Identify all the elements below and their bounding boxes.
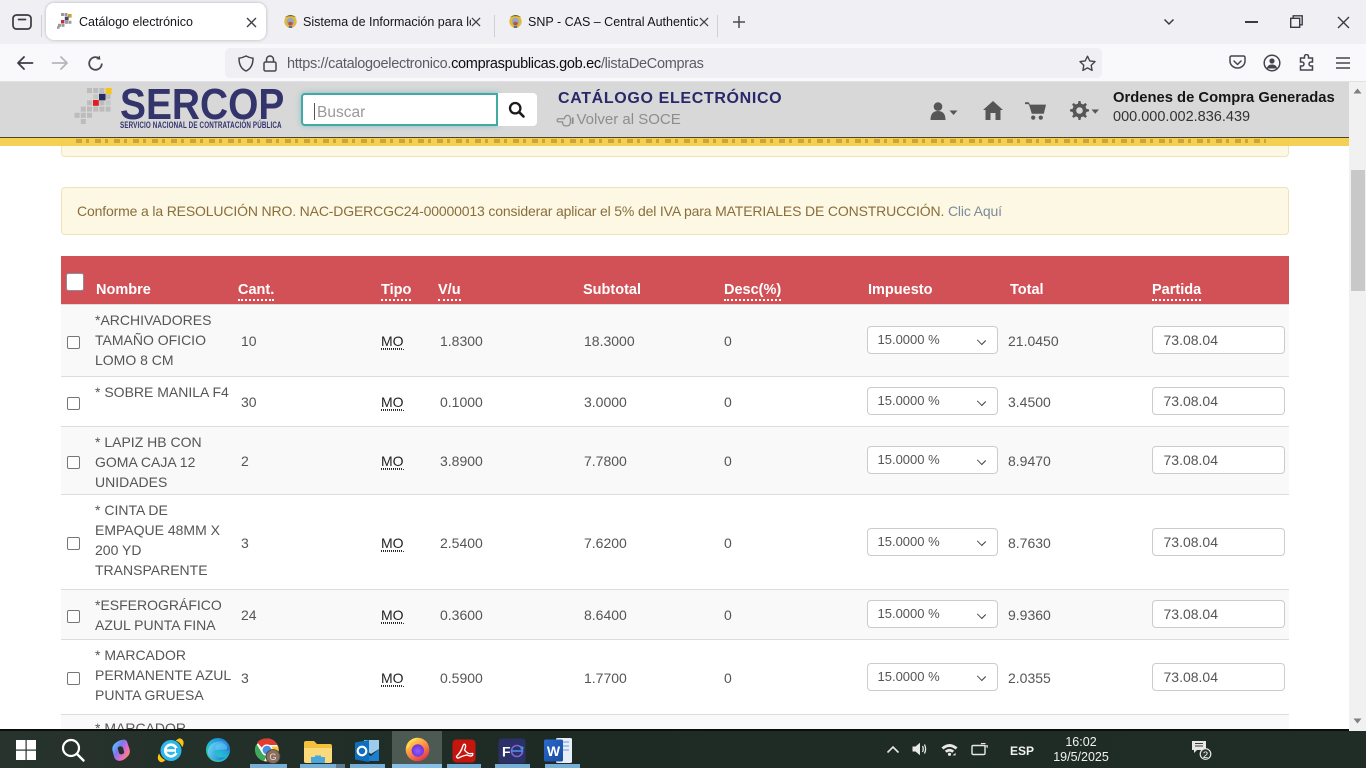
svg-text:F: F bbox=[502, 744, 511, 760]
svg-text:G: G bbox=[269, 752, 276, 762]
svg-text:W: W bbox=[547, 743, 561, 759]
svg-text:2: 2 bbox=[1203, 750, 1208, 760]
